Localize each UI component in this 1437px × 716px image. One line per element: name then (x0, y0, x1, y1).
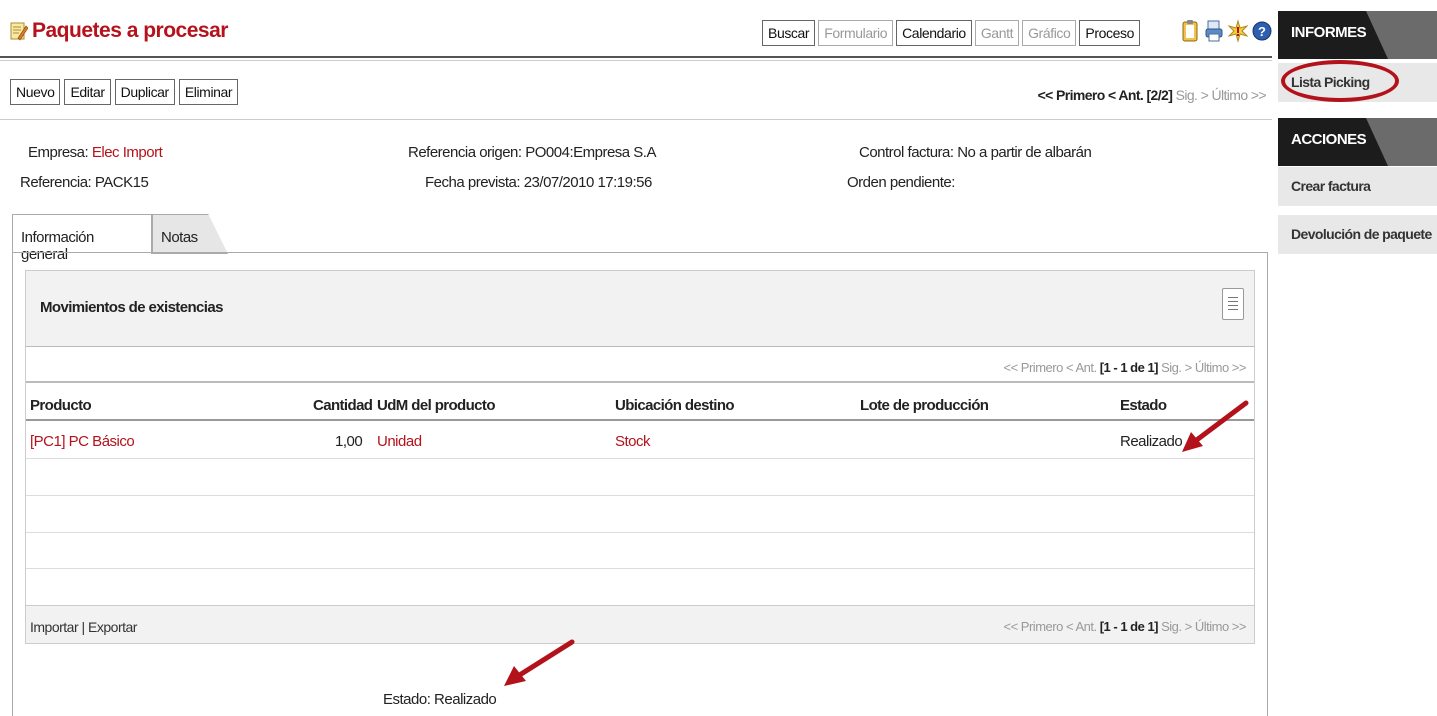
record-actions: Nuevo Editar Duplicar Eliminar (10, 79, 239, 105)
edit-document-icon (10, 22, 28, 41)
cell-cantidad: 1,00 (335, 433, 363, 450)
grid-pager-range: [1 - 1 de 1] (1099, 360, 1159, 375)
record-pager: << Primero < Ant. [2/2] Sig. > Último >> (1038, 87, 1267, 103)
print-icon[interactable] (1204, 19, 1224, 43)
tab-notas[interactable]: Notas (152, 214, 228, 254)
annotation-arrow-icon (1182, 400, 1249, 452)
empty-row (26, 533, 1254, 569)
referencia-origen-field: Referencia origen: PO004:Empresa S.A (408, 144, 656, 161)
empresa-value[interactable]: Elec Import (92, 144, 163, 161)
informes-title: INFORMES (1291, 24, 1367, 41)
svg-text:?: ? (1258, 24, 1266, 39)
fecha-prevista-label: Fecha prevista: (425, 174, 521, 191)
edit-button[interactable]: Editar (64, 79, 111, 105)
estado-field: Estado: Realizado (383, 691, 497, 708)
table-row[interactable]: [PC1] PC Básico 1,00 Unidad Stock Realiz… (26, 423, 1254, 459)
col-ubicacion-destino[interactable]: Ubicación destino (615, 397, 735, 414)
estado-label: Estado: (383, 691, 431, 708)
page-title: Paquetes a procesar (32, 19, 228, 42)
pager-first-link[interactable]: << Primero (1038, 87, 1106, 103)
grid-footer: Importar | Exportar << Primero < Ant. [1… (26, 605, 1254, 643)
referencia-label: Referencia: (20, 174, 92, 191)
stock-moves-grid: Movimientos de existencias << Primero < … (25, 270, 1255, 644)
grid-title: Movimientos de existencias (40, 299, 223, 316)
view-form-button[interactable]: Formulario (818, 20, 894, 46)
sidebar-item-devolucion-paquete[interactable]: Devolución de paquete (1278, 214, 1437, 254)
record-fields: Empresa: Elec Import Referencia: PACK15 … (0, 122, 1272, 212)
pager-position: [2/2] (1146, 87, 1173, 103)
grid-pager-prev-link[interactable]: < Ant. (1066, 619, 1097, 634)
view-graph-button[interactable]: Gráfico (1022, 20, 1077, 46)
acciones-header: ACCIONES (1278, 118, 1437, 166)
help-icon[interactable]: ? (1252, 19, 1272, 43)
empty-row (26, 569, 1254, 605)
orden-pendiente-label: Orden pendiente: (847, 174, 955, 191)
tab-panel: Movimientos de existencias << Primero < … (12, 252, 1268, 716)
cell-producto[interactable]: [PC1] PC Básico (30, 433, 135, 450)
grid-pager-last-link[interactable]: Último >> (1195, 619, 1247, 634)
grid-pager-next-link[interactable]: Sig. > (1161, 619, 1192, 634)
main-area: Paquetes a procesar Buscar Formulario Ca… (0, 0, 1272, 716)
annotation-circle (1281, 60, 1399, 102)
tab-bar: Información general Notas (12, 214, 1268, 263)
grid-pager-top: << Primero < Ant. [1 - 1 de 1] Sig. > Úl… (26, 351, 1254, 383)
page-header: Paquetes a procesar Buscar Formulario Ca… (0, 8, 1272, 58)
annotation-arrow-icon (504, 639, 575, 686)
sidebar-item-crear-factura[interactable]: Crear factura (1278, 166, 1437, 206)
cell-udm[interactable]: Unidad (377, 433, 422, 450)
cell-estado: Realizado (1120, 433, 1183, 450)
empty-row (26, 497, 1254, 533)
star-burst-icon[interactable] (1228, 19, 1248, 43)
tab-informacion-general[interactable]: Información general (12, 214, 152, 263)
empresa-field: Empresa: Elec Import (28, 144, 163, 161)
sidebar: INFORMES Lista Picking ACCIONES Crear fa… (1278, 0, 1437, 716)
grid-header: Movimientos de existencias (26, 271, 1254, 347)
referencia-field: Referencia: PACK15 (20, 174, 149, 191)
informes-header: INFORMES (1278, 11, 1437, 59)
grid-pager-first-link[interactable]: << Primero (1004, 619, 1064, 634)
col-producto[interactable]: Producto (30, 397, 92, 414)
header-icons: ? (1180, 19, 1272, 43)
cell-ubicacion[interactable]: Stock (615, 433, 651, 450)
view-search-button[interactable]: Buscar (762, 20, 816, 46)
grid-pager-last-link[interactable]: Último >> (1195, 360, 1247, 375)
grid-pager-bottom: << Primero < Ant. [1 - 1 de 1] Sig. > Úl… (1004, 619, 1247, 634)
grid-menu-icon[interactable] (1222, 288, 1244, 320)
empty-row (26, 460, 1254, 496)
view-calendar-button[interactable]: Calendario (896, 20, 972, 46)
grid-pager-prev-link[interactable]: < Ant. (1066, 360, 1097, 375)
delete-button[interactable]: Eliminar (178, 79, 239, 105)
pager-last-link[interactable]: Último >> (1211, 87, 1266, 103)
fecha-prevista-value: 23/07/2010 17:19:56 (523, 174, 653, 191)
control-factura-field: Control factura: No a partir de albarán (859, 144, 1092, 161)
orden-pendiente-field: Orden pendiente: (847, 174, 955, 191)
grid-pager-range: [1 - 1 de 1] (1099, 619, 1159, 634)
record-toolbar: Nuevo Editar Duplicar Eliminar << Primer… (0, 60, 1272, 120)
referencia-origen-label: Referencia origen: (408, 144, 522, 161)
fecha-prevista-field: Fecha prevista: 23/07/2010 17:19:56 (425, 174, 652, 191)
estado-value: Realizado (434, 691, 497, 708)
clipboard-icon[interactable] (1180, 19, 1200, 43)
view-gantt-button[interactable]: Gantt (974, 20, 1020, 46)
control-factura-label: Control factura: (859, 144, 954, 161)
duplicate-button[interactable]: Duplicar (114, 79, 175, 105)
col-lote-produccion[interactable]: Lote de producción (860, 397, 989, 414)
grid-pager-next-link[interactable]: Sig. > (1161, 360, 1192, 375)
empresa-label: Empresa: (28, 144, 89, 161)
pager-prev-link[interactable]: < Ant. (1108, 87, 1144, 103)
control-factura-value: No a partir de albarán (957, 144, 1092, 161)
view-switcher: Buscar Formulario Calendario Gantt Gráfi… (762, 20, 1140, 46)
grid-column-headers: Producto Cantidad UdM del producto Ubica… (26, 385, 1254, 421)
new-button[interactable]: Nuevo (10, 79, 61, 105)
view-process-button[interactable]: Proceso (1079, 20, 1140, 46)
grid-pager-first-link[interactable]: << Primero (1004, 360, 1064, 375)
import-export-links[interactable]: Importar | Exportar (30, 619, 137, 635)
referencia-value: PACK15 (94, 174, 149, 191)
pager-next-link[interactable]: Sig. > (1176, 87, 1209, 103)
col-udm[interactable]: UdM del producto (377, 397, 495, 414)
col-estado[interactable]: Estado (1120, 397, 1167, 414)
col-cantidad[interactable]: Cantidad (313, 397, 373, 414)
acciones-title: ACCIONES (1291, 131, 1367, 148)
referencia-origen-value: PO004:Empresa S.A (525, 144, 656, 161)
